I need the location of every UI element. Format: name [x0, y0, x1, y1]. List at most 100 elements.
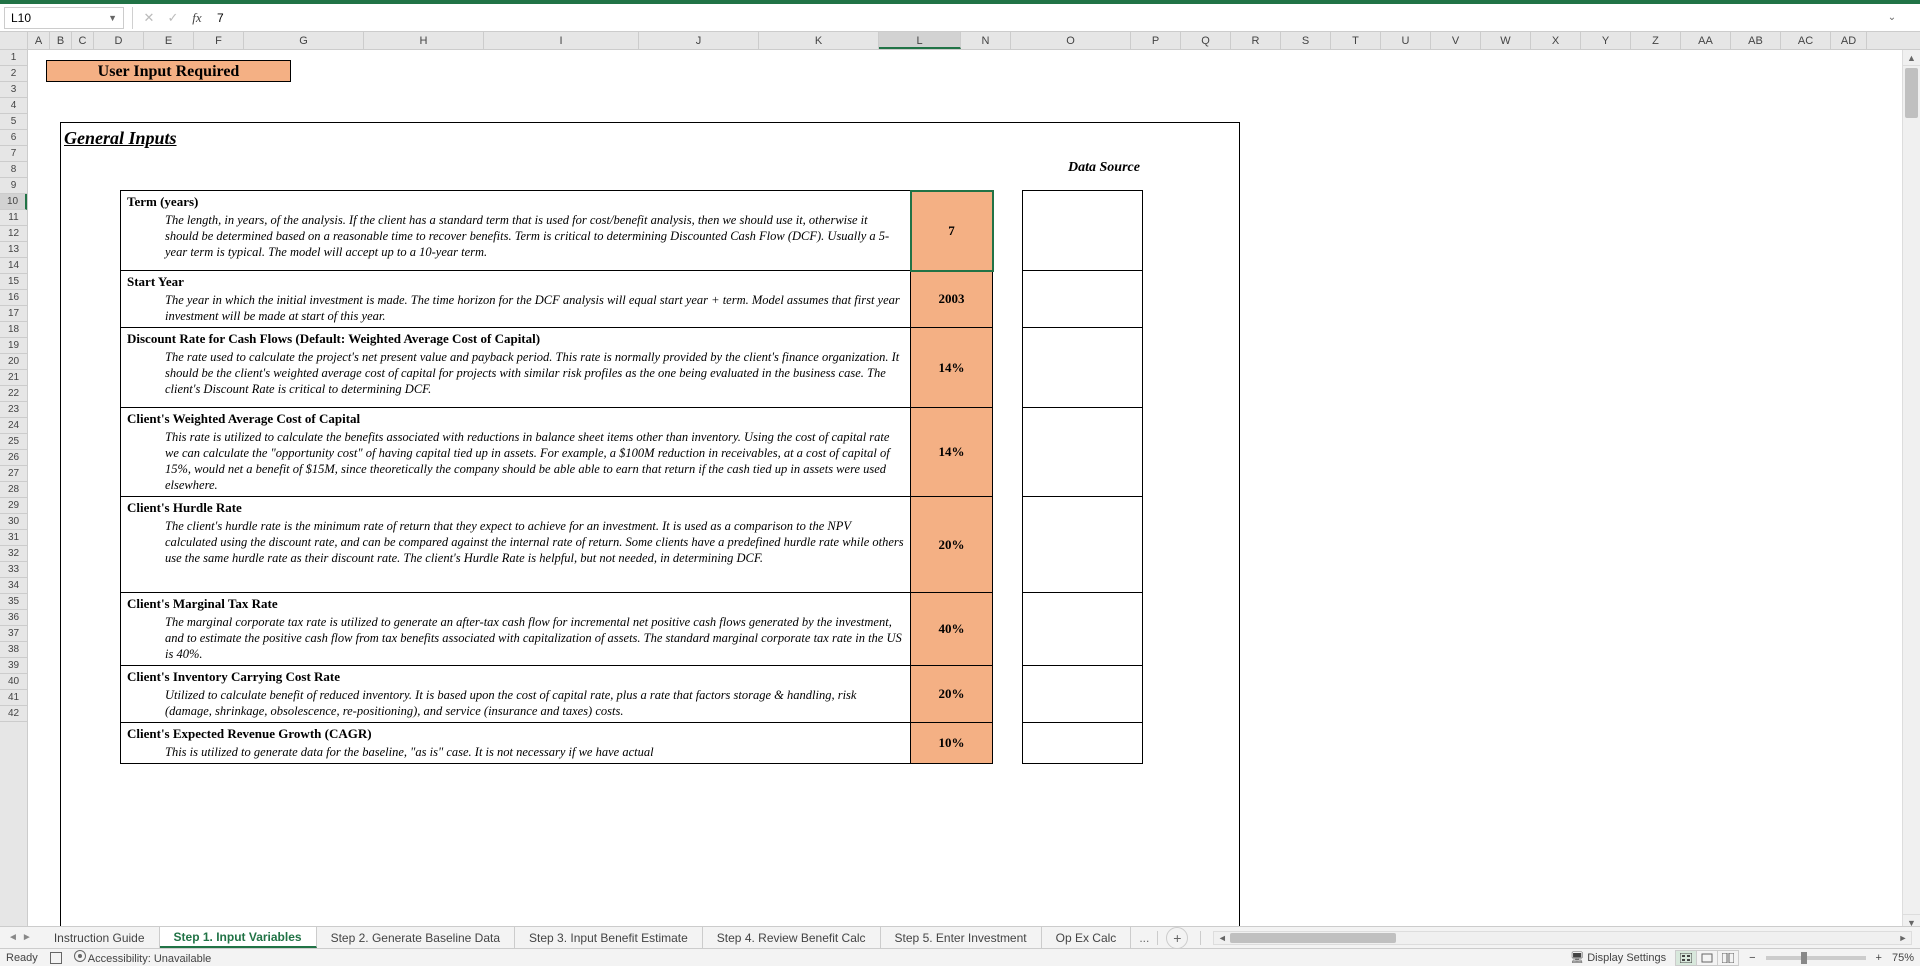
row-header[interactable]: 5: [0, 114, 27, 130]
row-header[interactable]: 6: [0, 130, 27, 146]
row-header[interactable]: 21: [0, 370, 27, 386]
column-header[interactable]: L: [879, 32, 961, 49]
page-layout-view-button[interactable]: [1696, 950, 1718, 966]
column-header[interactable]: O: [1011, 32, 1131, 49]
select-all-corner[interactable]: [0, 32, 28, 49]
input-desc-cell[interactable]: Client's Marginal Tax RateThe marginal c…: [121, 593, 911, 666]
sheet-tab[interactable]: Step 4. Review Benefit Calc: [703, 927, 881, 948]
row-header[interactable]: 19: [0, 338, 27, 354]
vertical-scrollbar[interactable]: ▲ ▼: [1902, 50, 1920, 930]
zoom-handle[interactable]: [1801, 952, 1807, 964]
column-header[interactable]: G: [244, 32, 364, 49]
column-header[interactable]: Q: [1181, 32, 1231, 49]
zoom-slider[interactable]: [1766, 956, 1866, 960]
column-header[interactable]: Z: [1631, 32, 1681, 49]
fx-icon[interactable]: fx: [185, 10, 209, 26]
scroll-up-icon[interactable]: ▲: [1903, 50, 1920, 66]
column-header[interactable]: AD: [1831, 32, 1867, 49]
input-desc-cell[interactable]: Client's Expected Revenue Growth (CAGR)T…: [121, 723, 911, 764]
macro-record-icon[interactable]: [50, 952, 62, 964]
column-header[interactable]: X: [1531, 32, 1581, 49]
sheet-content[interactable]: User Input Required General Inputs Data …: [28, 50, 1920, 930]
column-header[interactable]: I: [484, 32, 639, 49]
row-header[interactable]: 14: [0, 258, 27, 274]
column-header[interactable]: AC: [1781, 32, 1831, 49]
sheet-tab[interactable]: Op Ex Calc: [1042, 927, 1132, 948]
row-header[interactable]: 22: [0, 386, 27, 402]
sheet-tab[interactable]: Instruction Guide: [40, 927, 160, 948]
input-desc-cell[interactable]: Discount Rate for Cash Flows (Default: W…: [121, 328, 911, 408]
hscroll-left-icon[interactable]: ◄: [1214, 932, 1230, 944]
input-value-cell[interactable]: 20%: [911, 497, 993, 593]
column-header[interactable]: AA: [1681, 32, 1731, 49]
row-header[interactable]: 16: [0, 290, 27, 306]
row-header[interactable]: 12: [0, 226, 27, 242]
row-header[interactable]: 33: [0, 562, 27, 578]
row-header[interactable]: 13: [0, 242, 27, 258]
row-header[interactable]: 9: [0, 178, 27, 194]
name-box-dropdown-icon[interactable]: ▼: [108, 13, 117, 23]
vscroll-thumb[interactable]: [1905, 68, 1918, 118]
row-header[interactable]: 28: [0, 482, 27, 498]
row-header[interactable]: 24: [0, 418, 27, 434]
row-header[interactable]: 23: [0, 402, 27, 418]
data-source-cell[interactable]: [1023, 666, 1143, 723]
row-header[interactable]: 26: [0, 450, 27, 466]
input-desc-cell[interactable]: Term (years)The length, in years, of the…: [121, 191, 911, 271]
input-value-cell[interactable]: 14%: [911, 328, 993, 408]
column-header[interactable]: D: [94, 32, 144, 49]
formula-expand-icon[interactable]: ⌄: [1882, 12, 1902, 23]
column-header[interactable]: S: [1281, 32, 1331, 49]
row-header[interactable]: 31: [0, 530, 27, 546]
row-header[interactable]: 25: [0, 434, 27, 450]
zoom-in-button[interactable]: +: [1876, 952, 1882, 964]
input-value-cell[interactable]: 2003: [911, 271, 993, 328]
input-desc-cell[interactable]: Start YearThe year in which the initial …: [121, 271, 911, 328]
sheet-tab[interactable]: Step 2. Generate Baseline Data: [317, 927, 515, 948]
row-header[interactable]: 39: [0, 658, 27, 674]
column-header[interactable]: J: [639, 32, 759, 49]
sheet-tab[interactable]: Step 5. Enter Investment: [881, 927, 1042, 948]
column-header[interactable]: K: [759, 32, 879, 49]
page-break-view-button[interactable]: [1717, 950, 1739, 966]
row-header[interactable]: 42: [0, 706, 27, 722]
tab-nav-buttons[interactable]: ◄ ►: [0, 932, 40, 943]
input-value-cell[interactable]: 10%: [911, 723, 993, 764]
row-header[interactable]: 36: [0, 610, 27, 626]
input-desc-cell[interactable]: Client's Hurdle RateThe client's hurdle …: [121, 497, 911, 593]
input-desc-cell[interactable]: Client's Inventory Carrying Cost RateUti…: [121, 666, 911, 723]
column-header[interactable]: V: [1431, 32, 1481, 49]
column-header[interactable]: H: [364, 32, 484, 49]
row-header[interactable]: 11: [0, 210, 27, 226]
sheet-tab[interactable]: Step 3. Input Benefit Estimate: [515, 927, 703, 948]
column-header[interactable]: U: [1381, 32, 1431, 49]
input-value-cell[interactable]: 40%: [911, 593, 993, 666]
normal-view-button[interactable]: [1675, 950, 1697, 966]
formula-input[interactable]: [209, 11, 1882, 25]
data-source-cell[interactable]: [1023, 328, 1143, 408]
data-source-cell[interactable]: [1023, 497, 1143, 593]
row-header[interactable]: 37: [0, 626, 27, 642]
row-header[interactable]: 3: [0, 82, 27, 98]
column-header[interactable]: C: [72, 32, 94, 49]
row-header[interactable]: 8: [0, 162, 27, 178]
zoom-out-button[interactable]: −: [1749, 952, 1755, 964]
sheet-tab[interactable]: Step 1. Input Variables: [160, 927, 317, 948]
data-source-cell[interactable]: [1023, 593, 1143, 666]
row-header[interactable]: 38: [0, 642, 27, 658]
hscroll-thumb[interactable]: [1230, 933, 1396, 943]
input-value-cell[interactable]: 14%: [911, 408, 993, 497]
tab-nav-prev-icon[interactable]: ◄: [8, 932, 18, 943]
row-header[interactable]: 7: [0, 146, 27, 162]
data-source-cell[interactable]: [1023, 408, 1143, 497]
data-source-cell[interactable]: [1023, 723, 1143, 764]
accessibility-status[interactable]: Accessibility: Unavailable: [74, 950, 212, 965]
row-header[interactable]: 27: [0, 466, 27, 482]
input-desc-cell[interactable]: Client's Weighted Average Cost of Capita…: [121, 408, 911, 497]
column-header[interactable]: E: [144, 32, 194, 49]
row-header[interactable]: 35: [0, 594, 27, 610]
data-source-cell[interactable]: [1023, 191, 1143, 271]
horizontal-scrollbar[interactable]: ◄ ►: [1213, 931, 1912, 945]
row-header[interactable]: 41: [0, 690, 27, 706]
column-header[interactable]: N: [961, 32, 1011, 49]
